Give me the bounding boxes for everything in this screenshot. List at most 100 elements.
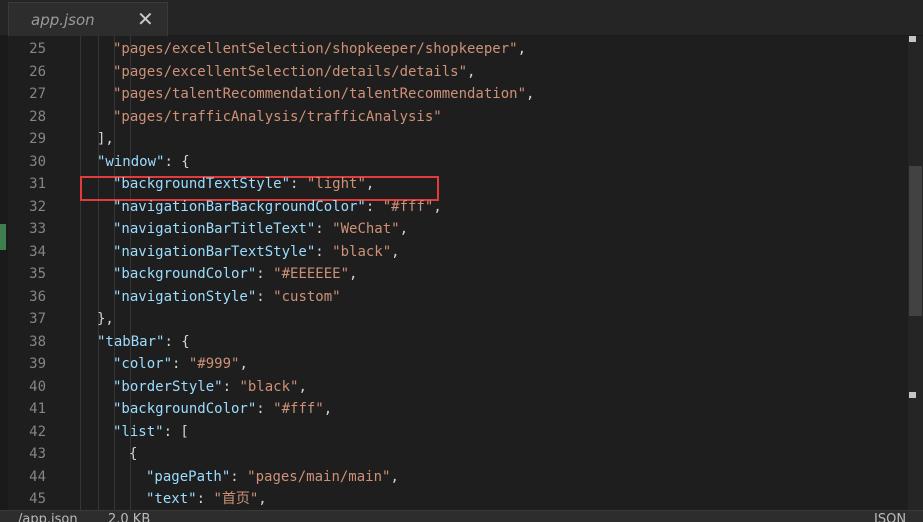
code-text: "pages/excellentSelection/details/detail… (113, 61, 475, 83)
status-bar: /app.json 2.0 KB JSON (0, 510, 923, 522)
code-line[interactable]: 25 "pages/excellentSelection/shopkeeper/s… (8, 38, 908, 60)
code-line[interactable]: 30 "window": { (8, 151, 908, 173)
punctuation: : { (164, 333, 190, 350)
json-key: "backgroundColor" (113, 401, 257, 417)
code-line[interactable]: 44 "pagePath": "pages/main/main", (8, 466, 908, 488)
code-editor[interactable]: 25 "pages/excellentSelection/shopkeeper/s… (8, 36, 908, 510)
json-string: "#fff" (273, 401, 324, 417)
line-number: 43 (29, 446, 46, 462)
status-language-mode[interactable]: JSON (874, 512, 906, 522)
code-line[interactable]: 42 "list": [ (8, 421, 908, 443)
line-number: 28 (29, 108, 46, 125)
change-marker (0, 224, 6, 250)
code-text: "navigationBarBackgroundColor": "#fff", (113, 196, 442, 218)
json-key: "list" (113, 423, 164, 440)
json-string: "light" (306, 176, 366, 192)
code-line[interactable]: 27 "pages/talentRecommendation/talentReco… (8, 83, 908, 105)
json-key: "borderStyle" (113, 378, 223, 395)
json-key: "navigationBarTextStyle" (113, 243, 316, 260)
code-text: "color": "#999", (113, 353, 248, 375)
line-number: 39 (29, 356, 46, 372)
line-number: 32 (29, 198, 46, 215)
tab-app-json[interactable]: app.json ✕ (8, 2, 168, 36)
punctuation: , (517, 41, 527, 57)
code-line[interactable]: 39 "color": "#999", (8, 353, 908, 375)
code-text: "list": [ (113, 421, 189, 443)
code-line[interactable]: 41 "backgroundColor": "#fff", (8, 398, 908, 420)
line-number: 34 (29, 243, 46, 260)
code-line[interactable]: 45 "text": "首页", (8, 488, 908, 510)
code-text: "navigationBarTitleText": "WeChat", (113, 218, 408, 240)
line-number: 41 (29, 401, 46, 417)
punctuation: , (391, 243, 400, 260)
code-line[interactable]: 32 "navigationBarBackgroundColor": "#fff"… (8, 196, 908, 218)
line-number: 37 (29, 311, 46, 327)
code-line[interactable]: 33 "navigationBarTitleText": "WeChat", (8, 218, 908, 240)
punctuation: , (390, 468, 399, 485)
line-number: 25 (29, 41, 46, 57)
punctuation: , (239, 356, 248, 372)
code-line[interactable]: 29], (8, 128, 908, 150)
punctuation: , (323, 401, 333, 417)
line-number: 27 (29, 86, 46, 102)
punctuation: : (256, 266, 274, 282)
line-number: 33 (29, 221, 46, 237)
json-string: "custom" (273, 288, 341, 305)
gutter-strip (0, 36, 8, 510)
code-text: }, (97, 308, 114, 330)
json-string: "pages/talentRecommendation/talentRecomm… (113, 86, 527, 102)
json-string: "pages/excellentSelection/details/detail… (113, 63, 468, 80)
punctuation: , (399, 221, 409, 237)
code-line[interactable]: 37}, (8, 308, 908, 330)
json-key: "tabBar" (97, 333, 165, 350)
json-string: "#EEEEEE" (273, 266, 350, 282)
line-number: 26 (29, 63, 46, 80)
code-line[interactable]: 26 "pages/excellentSelection/details/deta… (8, 61, 908, 83)
line-number: 45 (29, 491, 46, 507)
code-text: "backgroundColor": "#EEEEEE", (113, 263, 357, 285)
status-file-path: /app.json (18, 512, 78, 522)
code-line[interactable]: 43 { (8, 443, 908, 465)
punctuation: : (290, 176, 307, 192)
scroll-thumb[interactable] (909, 166, 922, 316)
code-text: "window": { (97, 151, 190, 173)
code-text: "borderStyle": "black", (113, 376, 307, 398)
json-string: "pages/main/main" (247, 468, 391, 485)
code-line[interactable]: 34 "navigationBarTextStyle": "black", (8, 241, 908, 263)
json-key: "navigationStyle" (113, 288, 257, 305)
code-line[interactable]: 31 "backgroundTextStyle": "light", (8, 173, 908, 195)
code-line[interactable]: 28 "pages/trafficAnalysis/trafficAnalysis… (8, 106, 908, 128)
punctuation: , (349, 266, 358, 282)
scroll-marker (909, 392, 916, 398)
tab-bar: app.json ✕ (0, 0, 923, 36)
json-key: "text" (146, 491, 197, 507)
code-line[interactable]: 36 "navigationStyle": "custom" (8, 286, 908, 308)
json-string: "black" (239, 378, 299, 395)
json-string: "#999" (188, 356, 240, 372)
punctuation: , (467, 63, 476, 80)
code-line[interactable]: 38 "tabBar": { (8, 331, 908, 353)
json-key: "window" (97, 153, 165, 170)
punctuation: : (172, 356, 189, 372)
code-text: "text": "首页", (146, 488, 267, 510)
punctuation: , (526, 86, 535, 102)
line-number: 35 (29, 266, 46, 282)
punctuation: { (129, 446, 138, 462)
code-text: "navigationBarTextStyle": "black", (113, 241, 400, 263)
punctuation: }, (97, 311, 114, 327)
code-line[interactable]: 40 "borderStyle": "black", (8, 376, 908, 398)
close-icon[interactable]: ✕ (137, 7, 154, 31)
punctuation: , (298, 378, 307, 395)
code-text: "pages/trafficAnalysis/trafficAnalysis" (113, 106, 442, 128)
punctuation: : (315, 243, 333, 260)
punctuation: : (256, 401, 274, 417)
json-string: "WeChat" (332, 221, 400, 237)
code-line[interactable]: 35 "backgroundColor": "#EEEEEE", (8, 263, 908, 285)
tab-label: app.json (31, 11, 95, 29)
punctuation: : { (164, 153, 190, 170)
punctuation: : (365, 198, 383, 215)
punctuation: : (222, 378, 240, 395)
vertical-scrollbar[interactable] (908, 36, 923, 510)
line-number: 30 (29, 153, 46, 170)
code-text: "pages/talentRecommendation/talentRecomm… (113, 83, 534, 105)
